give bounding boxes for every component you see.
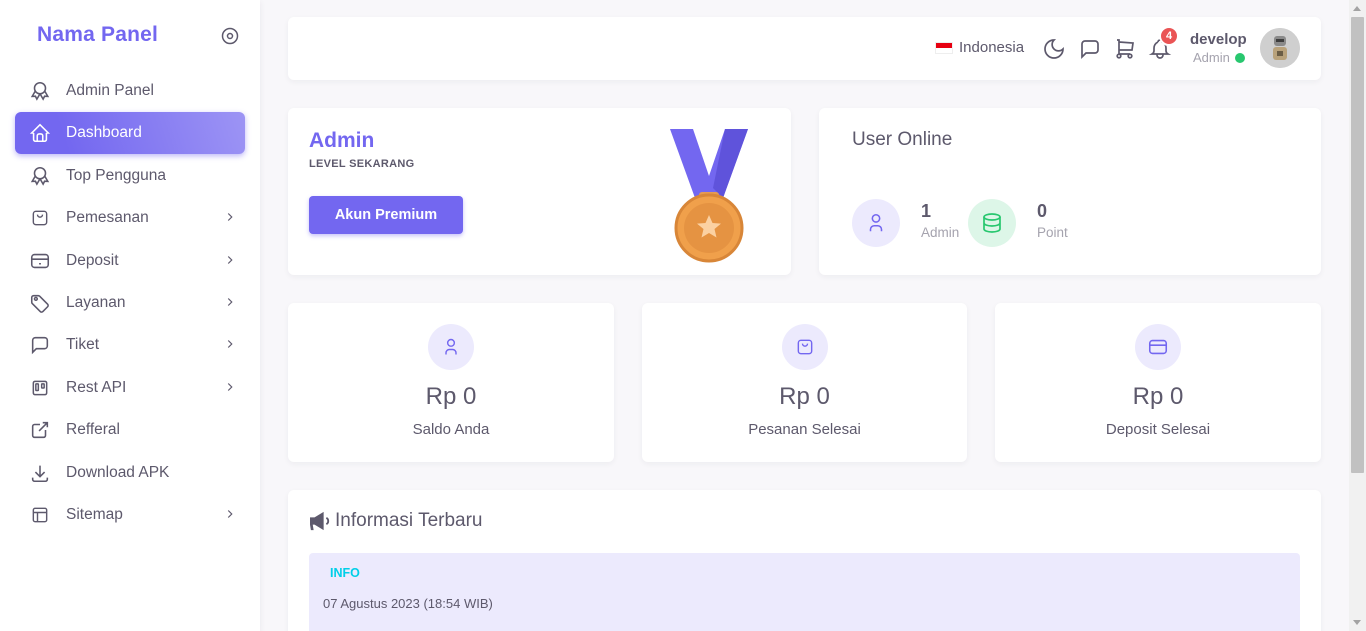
credit-card-icon — [29, 250, 51, 272]
user-online-card: User Online 1 Admin 0 Point — [819, 108, 1321, 275]
info-tag: INFO — [330, 566, 360, 580]
language-label: Indonesia — [959, 39, 1025, 56]
sidebar-item-deposit[interactable]: Deposit — [15, 240, 245, 282]
user-name[interactable]: develop — [1190, 31, 1247, 48]
sidebar-item-rest-api[interactable]: Rest API — [15, 367, 245, 409]
sidebar-item-label: Pemesanan — [66, 209, 149, 227]
info-title-row: Informasi Terbaru — [309, 510, 483, 532]
sidebar: Nama Panel Admin Panel Dashboard Top Pen… — [0, 0, 260, 631]
cart-icon[interactable] — [1113, 37, 1137, 61]
chevron-right-icon — [227, 255, 233, 264]
chevron-right-icon — [227, 298, 233, 306]
external-link-icon — [29, 419, 51, 441]
shopping-bag-icon — [781, 324, 828, 370]
layout-icon — [29, 504, 51, 526]
page-scrollbar[interactable] — [1349, 0, 1366, 631]
sidebar-item-label: Sitemap — [66, 505, 123, 523]
sidebar-item-refferal[interactable]: Refferal — [15, 409, 245, 451]
chevron-right-icon — [227, 213, 233, 222]
info-title: Informasi Terbaru — [335, 510, 483, 531]
sidebar-item-admin-panel[interactable]: Admin Panel — [15, 70, 245, 112]
moon-icon[interactable] — [1042, 37, 1066, 61]
sidebar-item-label: Layanan — [66, 293, 126, 311]
balance-card: Rp 0 Saldo Anda — [288, 303, 614, 462]
deposit-value: Rp 0 — [1132, 383, 1184, 410]
orders-label: Pesanan Selesai — [748, 421, 861, 438]
chevron-right-icon — [227, 382, 233, 391]
chevron-right-icon — [227, 509, 233, 518]
award-icon — [29, 80, 51, 102]
brand[interactable]: Nama Panel — [0, 0, 260, 70]
balance-label: Saldo Anda — [412, 421, 490, 438]
shopping-bag-icon — [29, 207, 51, 229]
sidebar-item-label: Dashboard — [66, 124, 142, 142]
sidebar-item-layanan[interactable]: Layanan — [15, 282, 245, 324]
orders-card: Rp 0 Pesanan Selesai — [642, 303, 967, 462]
point-label: Point — [1037, 225, 1068, 240]
admin-count: 1 — [921, 201, 932, 221]
award-icon — [29, 165, 51, 187]
notification-badge: 4 — [1159, 26, 1179, 46]
menu-toggle-icon[interactable] — [220, 26, 240, 46]
scroll-up-icon[interactable] — [1353, 6, 1361, 11]
download-icon — [29, 462, 51, 484]
balance-value: Rp 0 — [425, 383, 477, 410]
medal-icon — [670, 129, 748, 263]
user-icon — [428, 324, 474, 370]
trello-icon — [29, 377, 51, 399]
top-navbar: Indonesia 4 develop Admin — [288, 17, 1321, 80]
verified-icon — [1234, 52, 1245, 63]
level-title: Admin — [309, 129, 375, 152]
sidebar-item-label: Refferal — [66, 421, 120, 439]
sidebar-item-dashboard[interactable]: Dashboard — [15, 112, 245, 155]
point-count: 0 — [1037, 201, 1048, 221]
scrollbar-thumb[interactable] — [1351, 17, 1364, 473]
admin-user-icon — [852, 199, 900, 247]
deposit-card: Rp 0 Deposit Selesai — [995, 303, 1321, 462]
admin-label: Admin — [921, 225, 960, 240]
brand-name[interactable]: Nama Panel — [37, 23, 158, 47]
sidebar-item-label: Top Pengguna — [66, 166, 166, 184]
scroll-down-icon[interactable] — [1353, 620, 1361, 625]
database-icon — [968, 199, 1016, 247]
sidebar-item-tiket[interactable]: Tiket — [15, 324, 245, 366]
chevron-right-icon — [227, 340, 233, 349]
credit-card-icon — [1135, 324, 1181, 370]
level-subtitle: LEVEL SEKARANG — [309, 158, 415, 170]
language-selector[interactable]: Indonesia — [935, 39, 1024, 56]
sidebar-menu: Admin Panel Dashboard Top Pengguna Pemes… — [0, 70, 260, 536]
orders-value: Rp 0 — [779, 383, 830, 410]
sidebar-item-pemesanan[interactable]: Pemesanan — [15, 197, 245, 239]
user-online-title: User Online — [852, 129, 953, 150]
message-icon[interactable] — [1078, 37, 1102, 61]
info-card: Informasi Terbaru INFO 07 Agustus 2023 (… — [288, 490, 1321, 631]
home-icon — [29, 122, 51, 144]
indonesia-flag-icon — [935, 41, 953, 54]
tag-icon — [29, 292, 51, 314]
sidebar-item-sitemap[interactable]: Sitemap — [15, 494, 245, 536]
user-role: Admin — [1193, 50, 1245, 65]
sidebar-item-label: Deposit — [66, 251, 119, 269]
sidebar-item-label: Tiket — [66, 336, 100, 354]
sidebar-item-label: Download APK — [66, 463, 170, 481]
sidebar-item-download-apk[interactable]: Download APK — [15, 452, 245, 494]
sidebar-item-top-pengguna[interactable]: Top Pengguna — [15, 155, 245, 197]
sidebar-item-label: Admin Panel — [66, 82, 154, 99]
info-date: 07 Agustus 2023 (18:54 WIB) — [323, 596, 493, 611]
level-card: Admin LEVEL SEKARANG Akun Premium — [288, 108, 791, 275]
user-role-label: Admin — [1193, 50, 1230, 65]
premium-account-button[interactable]: Akun Premium — [309, 196, 463, 234]
sidebar-item-label: Rest API — [66, 378, 127, 396]
avatar[interactable] — [1260, 28, 1300, 68]
deposit-label: Deposit Selesai — [1105, 421, 1211, 438]
megaphone-icon — [310, 511, 330, 531]
message-square-icon — [29, 334, 51, 356]
info-item: INFO 07 Agustus 2023 (18:54 WIB) — [309, 553, 1300, 631]
